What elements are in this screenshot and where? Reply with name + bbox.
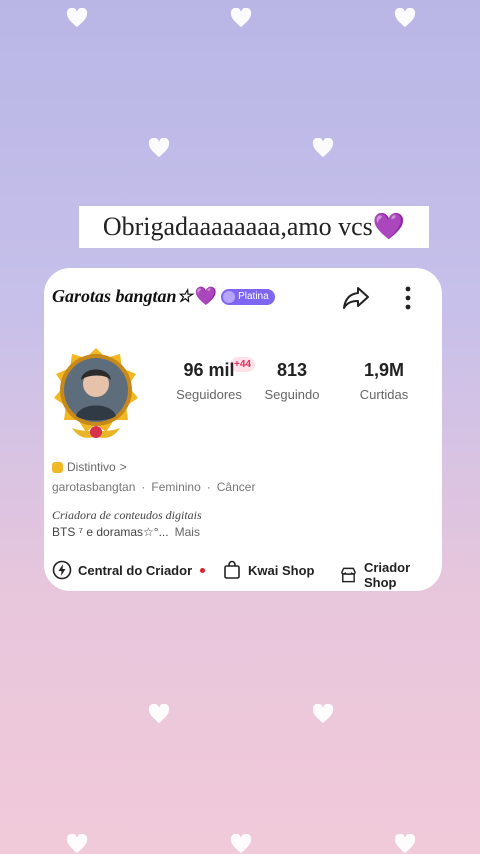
profile-card: Garotas bangtan☆ 💜 Platina +44 96 mil Se… xyxy=(44,268,442,591)
heart-decoration-icon xyxy=(148,704,170,724)
heart-decoration-icon xyxy=(66,8,88,28)
caption-text: Obrigadaaaaaaaa,amo vcs💜 xyxy=(79,206,429,248)
notification-dot xyxy=(200,567,206,573)
stat-value: 96 mil xyxy=(183,360,235,380)
profile-meta: garotasbangtan · Feminino · Câncer xyxy=(52,480,255,494)
share-icon[interactable] xyxy=(340,282,372,314)
heart-decoration-icon xyxy=(312,704,334,724)
creator-actions: Central do Criador Kwai Shop Criador Sho… xyxy=(52,560,442,590)
username: garotasbangtan xyxy=(52,480,136,494)
zodiac-sign: Câncer xyxy=(216,480,256,494)
storefront-icon xyxy=(341,567,356,583)
heart-decoration-icon xyxy=(66,834,88,854)
profile-name: Garotas bangtan☆ xyxy=(52,286,193,306)
lightning-circle-icon xyxy=(52,560,72,580)
platina-badge[interactable]: Platina xyxy=(221,288,275,305)
creator-center-button[interactable]: Central do Criador xyxy=(52,560,206,580)
more-options-icon[interactable] xyxy=(396,284,420,312)
avatar[interactable] xyxy=(48,344,144,448)
avatar-frame-icon xyxy=(54,348,138,438)
kwai-shop-label: Kwai Shop xyxy=(248,562,315,578)
bio-text: BTS ⁷ e doramas☆°... xyxy=(52,525,169,539)
stat-following[interactable]: 813 Seguindo xyxy=(247,360,337,402)
heart-decoration-icon xyxy=(312,138,334,158)
stat-followers[interactable]: 96 mil Seguidores xyxy=(164,360,254,402)
distintivo-label: Distintivo xyxy=(67,460,116,474)
more-bio-link[interactable]: Mais xyxy=(175,525,200,539)
meta-separator: · xyxy=(141,480,146,494)
stat-value: 1,9M xyxy=(363,360,405,380)
creator-center-label: Central do Criador xyxy=(78,562,193,578)
heart-decoration-icon xyxy=(148,138,170,158)
stat-label: Seguidores xyxy=(176,387,242,402)
heart-decoration-icon xyxy=(230,834,252,854)
distintivo-link[interactable]: Distintivo > xyxy=(52,460,127,474)
bio-line-2: BTS ⁷ e doramas☆°... Mais xyxy=(52,525,200,539)
creator-shop-label: Criador Shop xyxy=(363,560,411,590)
heart-decoration-icon xyxy=(230,8,252,28)
shopping-bag-icon xyxy=(224,560,240,579)
meta-separator: · xyxy=(206,480,211,494)
platina-label: Platina xyxy=(238,291,269,302)
stat-likes[interactable]: 1,9M Curtidas xyxy=(339,360,429,402)
bio-line-1: Criadora de conteudos digitais xyxy=(52,508,202,522)
heart-decoration-icon xyxy=(394,8,416,28)
people-icon xyxy=(223,290,236,303)
profile-title-row: Garotas bangtan☆ 💜 Platina xyxy=(52,286,275,307)
heart-decoration-icon xyxy=(394,834,416,854)
stat-label: Curtidas xyxy=(359,387,409,402)
kwai-shop-button[interactable]: Kwai Shop xyxy=(222,560,314,580)
stat-label: Seguindo xyxy=(264,387,320,402)
chevron-right-icon: > xyxy=(119,460,127,474)
creator-shop-button[interactable]: Criador Shop xyxy=(339,560,442,590)
stat-value: 813 xyxy=(276,360,308,380)
gender: Feminino xyxy=(151,480,201,494)
stats-row: 96 mil Seguidores 813 Seguindo 1,9M Curt… xyxy=(164,360,424,420)
purple-heart-icon: 💜 xyxy=(194,286,218,306)
badge-coin-icon xyxy=(52,461,63,473)
